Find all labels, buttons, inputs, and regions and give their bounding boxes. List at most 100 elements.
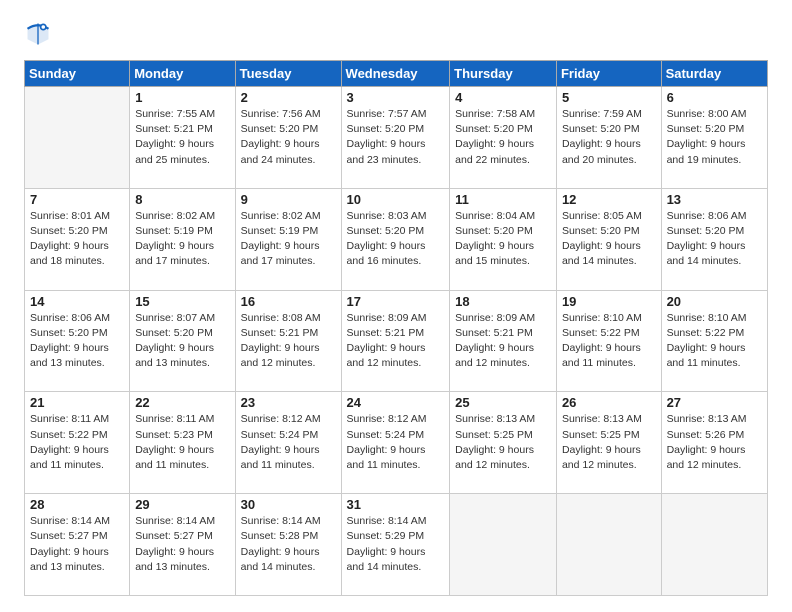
cell-line: and 12 minutes.	[241, 356, 336, 371]
header	[24, 20, 768, 48]
weekday-header-thursday: Thursday	[450, 61, 557, 87]
cell-line: Daylight: 9 hours	[455, 443, 551, 458]
day-number: 27	[667, 395, 762, 410]
cell-line: and 11 minutes.	[562, 356, 656, 371]
cell-line: Sunrise: 7:58 AM	[455, 107, 551, 122]
day-number: 4	[455, 90, 551, 105]
cell-line: Daylight: 9 hours	[347, 545, 445, 560]
cell-line: and 19 minutes.	[667, 153, 762, 168]
day-number: 18	[455, 294, 551, 309]
cell-line: Sunset: 5:20 PM	[455, 122, 551, 137]
cell-line: Sunrise: 8:14 AM	[347, 514, 445, 529]
cell-line: and 11 minutes.	[241, 458, 336, 473]
cell-line: Sunrise: 8:01 AM	[30, 209, 124, 224]
calendar-cell: 2Sunrise: 7:56 AMSunset: 5:20 PMDaylight…	[235, 87, 341, 189]
cell-line: Sunset: 5:19 PM	[241, 224, 336, 239]
cell-line: Daylight: 9 hours	[30, 443, 124, 458]
calendar-cell	[450, 494, 557, 596]
cell-line: and 12 minutes.	[562, 458, 656, 473]
weekday-header-friday: Friday	[556, 61, 661, 87]
cell-line: Sunrise: 8:06 AM	[667, 209, 762, 224]
calendar-cell: 29Sunrise: 8:14 AMSunset: 5:27 PMDayligh…	[130, 494, 235, 596]
cell-line: and 11 minutes.	[30, 458, 124, 473]
cell-line: and 12 minutes.	[455, 356, 551, 371]
cell-line: Sunrise: 8:05 AM	[562, 209, 656, 224]
calendar-cell: 5Sunrise: 7:59 AMSunset: 5:20 PMDaylight…	[556, 87, 661, 189]
cell-line: Daylight: 9 hours	[135, 545, 229, 560]
day-number: 20	[667, 294, 762, 309]
cell-line: Sunrise: 8:08 AM	[241, 311, 336, 326]
cell-line: Sunset: 5:20 PM	[241, 122, 336, 137]
cell-line: and 12 minutes.	[455, 458, 551, 473]
day-number: 9	[241, 192, 336, 207]
cell-line: Sunset: 5:29 PM	[347, 529, 445, 544]
cell-line: Daylight: 9 hours	[562, 341, 656, 356]
cell-line: Sunrise: 8:12 AM	[241, 412, 336, 427]
cell-line: Sunset: 5:20 PM	[455, 224, 551, 239]
cell-line: Sunrise: 8:12 AM	[347, 412, 445, 427]
cell-line: Daylight: 9 hours	[30, 341, 124, 356]
calendar-cell: 22Sunrise: 8:11 AMSunset: 5:23 PMDayligh…	[130, 392, 235, 494]
cell-line: Daylight: 9 hours	[562, 443, 656, 458]
calendar-cell: 17Sunrise: 8:09 AMSunset: 5:21 PMDayligh…	[341, 290, 450, 392]
day-number: 21	[30, 395, 124, 410]
calendar-cell: 19Sunrise: 8:10 AMSunset: 5:22 PMDayligh…	[556, 290, 661, 392]
calendar-table: SundayMondayTuesdayWednesdayThursdayFrid…	[24, 60, 768, 596]
cell-line: Sunrise: 8:13 AM	[562, 412, 656, 427]
calendar-cell: 23Sunrise: 8:12 AMSunset: 5:24 PMDayligh…	[235, 392, 341, 494]
cell-line: Sunset: 5:20 PM	[667, 224, 762, 239]
cell-line: Daylight: 9 hours	[667, 443, 762, 458]
calendar-cell	[556, 494, 661, 596]
calendar-cell: 12Sunrise: 8:05 AMSunset: 5:20 PMDayligh…	[556, 188, 661, 290]
cell-line: Sunrise: 7:57 AM	[347, 107, 445, 122]
cell-line: Daylight: 9 hours	[30, 545, 124, 560]
cell-line: Sunset: 5:22 PM	[30, 428, 124, 443]
day-number: 11	[455, 192, 551, 207]
cell-line: Sunset: 5:23 PM	[135, 428, 229, 443]
weekday-header-monday: Monday	[130, 61, 235, 87]
cell-line: Sunset: 5:21 PM	[135, 122, 229, 137]
cell-line: and 17 minutes.	[241, 254, 336, 269]
cell-line: Daylight: 9 hours	[347, 341, 445, 356]
cell-line: Sunset: 5:20 PM	[30, 224, 124, 239]
calendar-cell: 3Sunrise: 7:57 AMSunset: 5:20 PMDaylight…	[341, 87, 450, 189]
weekday-header-row: SundayMondayTuesdayWednesdayThursdayFrid…	[25, 61, 768, 87]
cell-line: Sunset: 5:28 PM	[241, 529, 336, 544]
day-number: 13	[667, 192, 762, 207]
cell-line: and 12 minutes.	[667, 458, 762, 473]
cell-line: and 13 minutes.	[30, 356, 124, 371]
cell-line: Sunrise: 8:11 AM	[30, 412, 124, 427]
cell-line: Sunrise: 8:13 AM	[667, 412, 762, 427]
day-number: 29	[135, 497, 229, 512]
calendar-cell: 30Sunrise: 8:14 AMSunset: 5:28 PMDayligh…	[235, 494, 341, 596]
cell-line: Daylight: 9 hours	[135, 239, 229, 254]
weekday-header-wednesday: Wednesday	[341, 61, 450, 87]
cell-line: and 17 minutes.	[135, 254, 229, 269]
cell-line: Sunset: 5:21 PM	[347, 326, 445, 341]
day-number: 1	[135, 90, 229, 105]
calendar-cell: 13Sunrise: 8:06 AMSunset: 5:20 PMDayligh…	[661, 188, 767, 290]
cell-line: Daylight: 9 hours	[562, 137, 656, 152]
cell-line: and 14 minutes.	[347, 560, 445, 575]
cell-line: Sunset: 5:21 PM	[241, 326, 336, 341]
calendar-week-5: 28Sunrise: 8:14 AMSunset: 5:27 PMDayligh…	[25, 494, 768, 596]
cell-line: and 15 minutes.	[455, 254, 551, 269]
calendar-cell: 7Sunrise: 8:01 AMSunset: 5:20 PMDaylight…	[25, 188, 130, 290]
cell-line: Daylight: 9 hours	[455, 239, 551, 254]
day-number: 16	[241, 294, 336, 309]
calendar-week-2: 7Sunrise: 8:01 AMSunset: 5:20 PMDaylight…	[25, 188, 768, 290]
cell-line: Sunset: 5:20 PM	[135, 326, 229, 341]
cell-line: Sunrise: 8:02 AM	[241, 209, 336, 224]
calendar-cell: 14Sunrise: 8:06 AMSunset: 5:20 PMDayligh…	[25, 290, 130, 392]
cell-line: and 22 minutes.	[455, 153, 551, 168]
weekday-header-tuesday: Tuesday	[235, 61, 341, 87]
cell-line: and 16 minutes.	[347, 254, 445, 269]
cell-line: Sunset: 5:20 PM	[562, 224, 656, 239]
cell-line: Sunset: 5:20 PM	[30, 326, 124, 341]
calendar-week-3: 14Sunrise: 8:06 AMSunset: 5:20 PMDayligh…	[25, 290, 768, 392]
day-number: 10	[347, 192, 445, 207]
day-number: 6	[667, 90, 762, 105]
calendar-cell: 11Sunrise: 8:04 AMSunset: 5:20 PMDayligh…	[450, 188, 557, 290]
cell-line: and 13 minutes.	[30, 560, 124, 575]
cell-line: and 12 minutes.	[347, 356, 445, 371]
